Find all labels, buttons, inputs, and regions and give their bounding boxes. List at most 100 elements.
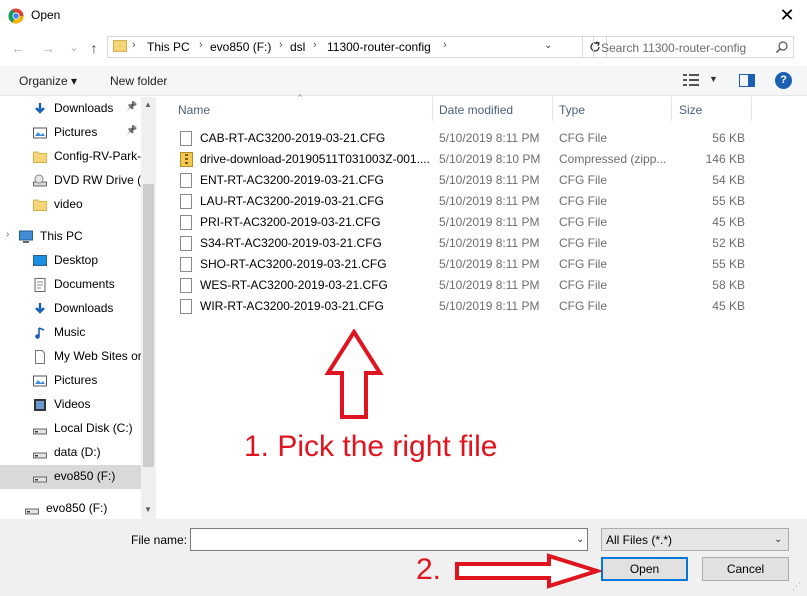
breadcrumb-dsl[interactable]: dsl (290, 40, 305, 54)
file-type: CFG File (559, 131, 607, 145)
column-header-date[interactable]: Date modified (439, 103, 513, 117)
file-row[interactable]: WES-RT-AC3200-2019-03-21.CFG 5/10/2019 8:… (157, 275, 807, 296)
sidebar-item-label: My Web Sites or (54, 349, 142, 363)
address-bar[interactable]: › This PC › evo850 (F:) › dsl › 11300-ro… (107, 36, 583, 58)
sidebar-item[interactable]: evo850 (F:) (0, 465, 141, 489)
file-row[interactable]: SHO-RT-AC3200-2019-03-21.CFG 5/10/2019 8:… (157, 254, 807, 275)
file-name: CAB-RT-AC3200-2019-03-21.CFG (200, 131, 386, 145)
file-size: 52 KB (712, 236, 745, 250)
chevron-right-icon: › (313, 39, 317, 51)
column-header-size[interactable]: Size (679, 103, 702, 117)
help-icon[interactable]: ? (775, 72, 792, 89)
search-box[interactable]: Search 11300-router-config (593, 36, 794, 58)
chevron-right-icon: › (199, 39, 203, 51)
sidebar-item[interactable]: Music (0, 321, 141, 345)
file-name: ENT-RT-AC3200-2019-03-21.CFG (200, 173, 384, 187)
breadcrumb-this-pc[interactable]: This PC (147, 40, 190, 54)
breadcrumb-current-folder[interactable]: 11300-router-config (327, 40, 431, 54)
file-icon (180, 173, 192, 188)
file-date: 5/10/2019 8:11 PM (439, 236, 540, 250)
sidebar-item[interactable]: video (0, 193, 141, 217)
file-icon (180, 194, 192, 209)
sidebar-item[interactable]: Local Disk (C:) (0, 417, 141, 441)
cancel-button[interactable]: Cancel (702, 557, 789, 581)
column-header-name[interactable]: Name (178, 103, 210, 117)
file-row[interactable]: drive-download-20190511T031003Z-001.... 5… (157, 149, 807, 170)
sidebar-item[interactable]: Documents (0, 273, 141, 297)
sidebar-item[interactable]: DVD RW Drive (E (0, 169, 149, 193)
sidebar-item[interactable]: Config-RV-Park- (0, 145, 141, 169)
scroll-up-icon[interactable]: ▲ (144, 100, 152, 109)
search-icon (775, 41, 788, 54)
chevron-down-icon[interactable]: ⌄ (576, 534, 584, 545)
file-name: LAU-RT-AC3200-2019-03-21.CFG (200, 194, 384, 208)
navigation-pane: Downloads 📌 Pictures 📌 Config-RV-Park- DVD RW… (0, 97, 156, 519)
column-divider[interactable] (751, 97, 752, 121)
zip-stripe (185, 154, 188, 165)
open-button[interactable]: Open (601, 557, 688, 581)
sidebar-item-label: Desktop (54, 253, 99, 267)
file-icon (33, 350, 47, 364)
file-row[interactable]: CAB-RT-AC3200-2019-03-21.CFG 5/10/2019 8:… (157, 128, 807, 149)
sidebar-item[interactable]: Pictures 📌 (0, 121, 141, 145)
file-name: WIR-RT-AC3200-2019-03-21.CFG (200, 299, 384, 313)
sidebar-item[interactable]: Videos (0, 393, 141, 417)
file-date: 5/10/2019 8:11 PM (439, 173, 540, 187)
file-name-label: File name: (131, 533, 188, 547)
back-button[interactable]: ← (8, 38, 28, 58)
file-row[interactable]: LAU-RT-AC3200-2019-03-21.CFG 5/10/2019 8:… (157, 191, 807, 212)
file-row[interactable]: WIR-RT-AC3200-2019-03-21.CFG 5/10/2019 8:… (157, 296, 807, 317)
column-divider[interactable] (432, 97, 433, 121)
sidebar-item[interactable]: Downloads 📌 (0, 97, 141, 121)
annotation-step-2: 2. (416, 553, 442, 586)
column-header-type[interactable]: Type (559, 103, 585, 117)
organize-menu[interactable]: Organize ▾ (19, 74, 77, 88)
file-name: WES-RT-AC3200-2019-03-21.CFG (200, 278, 388, 292)
sidebar-item[interactable]: Desktop (0, 249, 141, 273)
chevron-down-icon[interactable]: ⌄ (544, 40, 552, 51)
close-button[interactable]: ✕ (770, 2, 804, 30)
file-name-input[interactable]: ⌄ (190, 528, 588, 551)
desktop-icon (33, 254, 47, 268)
pictures-icon (33, 126, 47, 140)
file-size: 54 KB (712, 173, 745, 187)
sidebar-item[interactable]: Pictures (0, 369, 141, 393)
file-name: SHO-RT-AC3200-2019-03-21.CFG (200, 257, 387, 271)
expand-chevron-icon[interactable]: › (6, 229, 9, 240)
file-row[interactable]: PRI-RT-AC3200-2019-03-21.CFG 5/10/2019 8:… (157, 212, 807, 233)
file-size: 55 KB (712, 257, 745, 271)
recent-locations-button[interactable]: ⌄ (64, 38, 84, 58)
new-folder-button[interactable]: New folder (110, 74, 167, 88)
file-icon (180, 299, 192, 314)
sidebar-item-label: Videos (54, 397, 91, 411)
preview-pane-icon[interactable] (739, 74, 755, 87)
column-divider[interactable] (552, 97, 553, 121)
file-row[interactable]: S34-RT-AC3200-2019-03-21.CFG 5/10/2019 8:… (157, 233, 807, 254)
sidebar-item[interactable]: data (D:) (0, 441, 141, 465)
up-button[interactable]: ↑ (84, 38, 104, 58)
scroll-down-icon[interactable]: ▼ (144, 505, 152, 514)
file-icon (180, 236, 192, 251)
file-row[interactable]: ENT-RT-AC3200-2019-03-21.CFG 5/10/2019 8:… (157, 170, 807, 191)
sidebar-item[interactable]: Downloads (0, 297, 141, 321)
file-size: 58 KB (712, 278, 745, 292)
file-type-filter[interactable]: All Files (*.*) ⌄ (601, 528, 789, 551)
sidebar-item-label: video (54, 197, 83, 211)
view-options-icon[interactable] (683, 73, 699, 87)
sidebar-item[interactable]: This PC › (0, 225, 141, 249)
breadcrumb-drive[interactable]: evo850 (F:) (210, 40, 271, 54)
sidebar-item[interactable]: My Web Sites or (0, 345, 142, 369)
drive-icon (25, 502, 39, 516)
sidebar-item-label: DVD RW Drive (E (54, 173, 150, 187)
file-type-value: All Files (*.*) (606, 533, 673, 547)
folder-icon (33, 198, 47, 212)
chevron-down-icon[interactable]: ▼ (709, 74, 718, 84)
column-divider[interactable] (671, 97, 672, 121)
chevron-right-icon: › (443, 39, 447, 51)
resize-grip-icon[interactable]: ⋰ (792, 581, 801, 592)
scrollbar-thumb[interactable] (143, 184, 154, 467)
sidebar-item[interactable]: evo850 (F:) (0, 497, 141, 519)
pin-icon: 📌 (126, 101, 138, 111)
sidebar-scrollbar[interactable]: ▲ ▼ (141, 97, 156, 519)
forward-button[interactable]: → (38, 38, 58, 58)
